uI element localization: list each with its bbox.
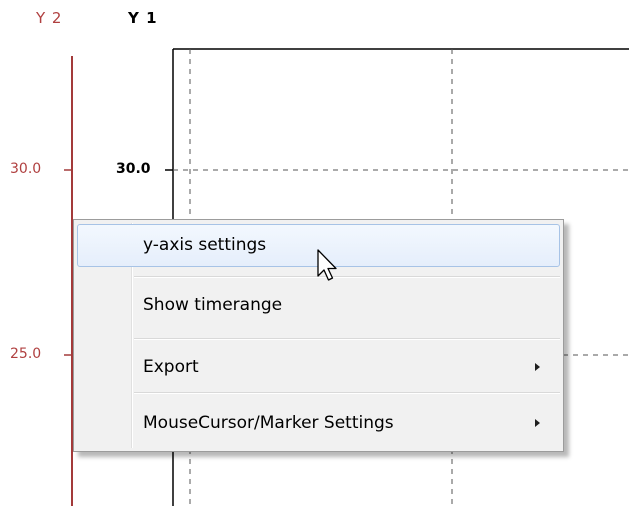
y1-tick-label: 30.0 [116,161,151,177]
menu-separator [134,338,560,340]
menu-item-label: y-axis settings [143,235,267,255]
y1-axis-title: Y 1 [128,9,158,27]
menu-item-show-timerange[interactable]: Show timerange [77,284,560,327]
y2-axis-title: Y 2 [36,9,63,27]
y2-tick-label: 25.0 [10,346,42,362]
arrow-pointer-icon [317,249,337,281]
menu-item-export[interactable]: Export [77,346,560,389]
menu-separator [134,392,560,394]
submenu-arrow-icon [535,419,540,427]
menu-item-label: Export [143,357,199,377]
menu-item-label: MouseCursor/Marker Settings [143,413,394,433]
submenu-arrow-icon [535,363,540,371]
menu-separator [134,276,560,278]
menu-item-label: Show timerange [143,295,283,315]
y2-tick-label: 30.0 [10,161,42,177]
menu-item-mousecursor-marker-settings[interactable]: MouseCursor/Marker Settings [77,402,560,445]
